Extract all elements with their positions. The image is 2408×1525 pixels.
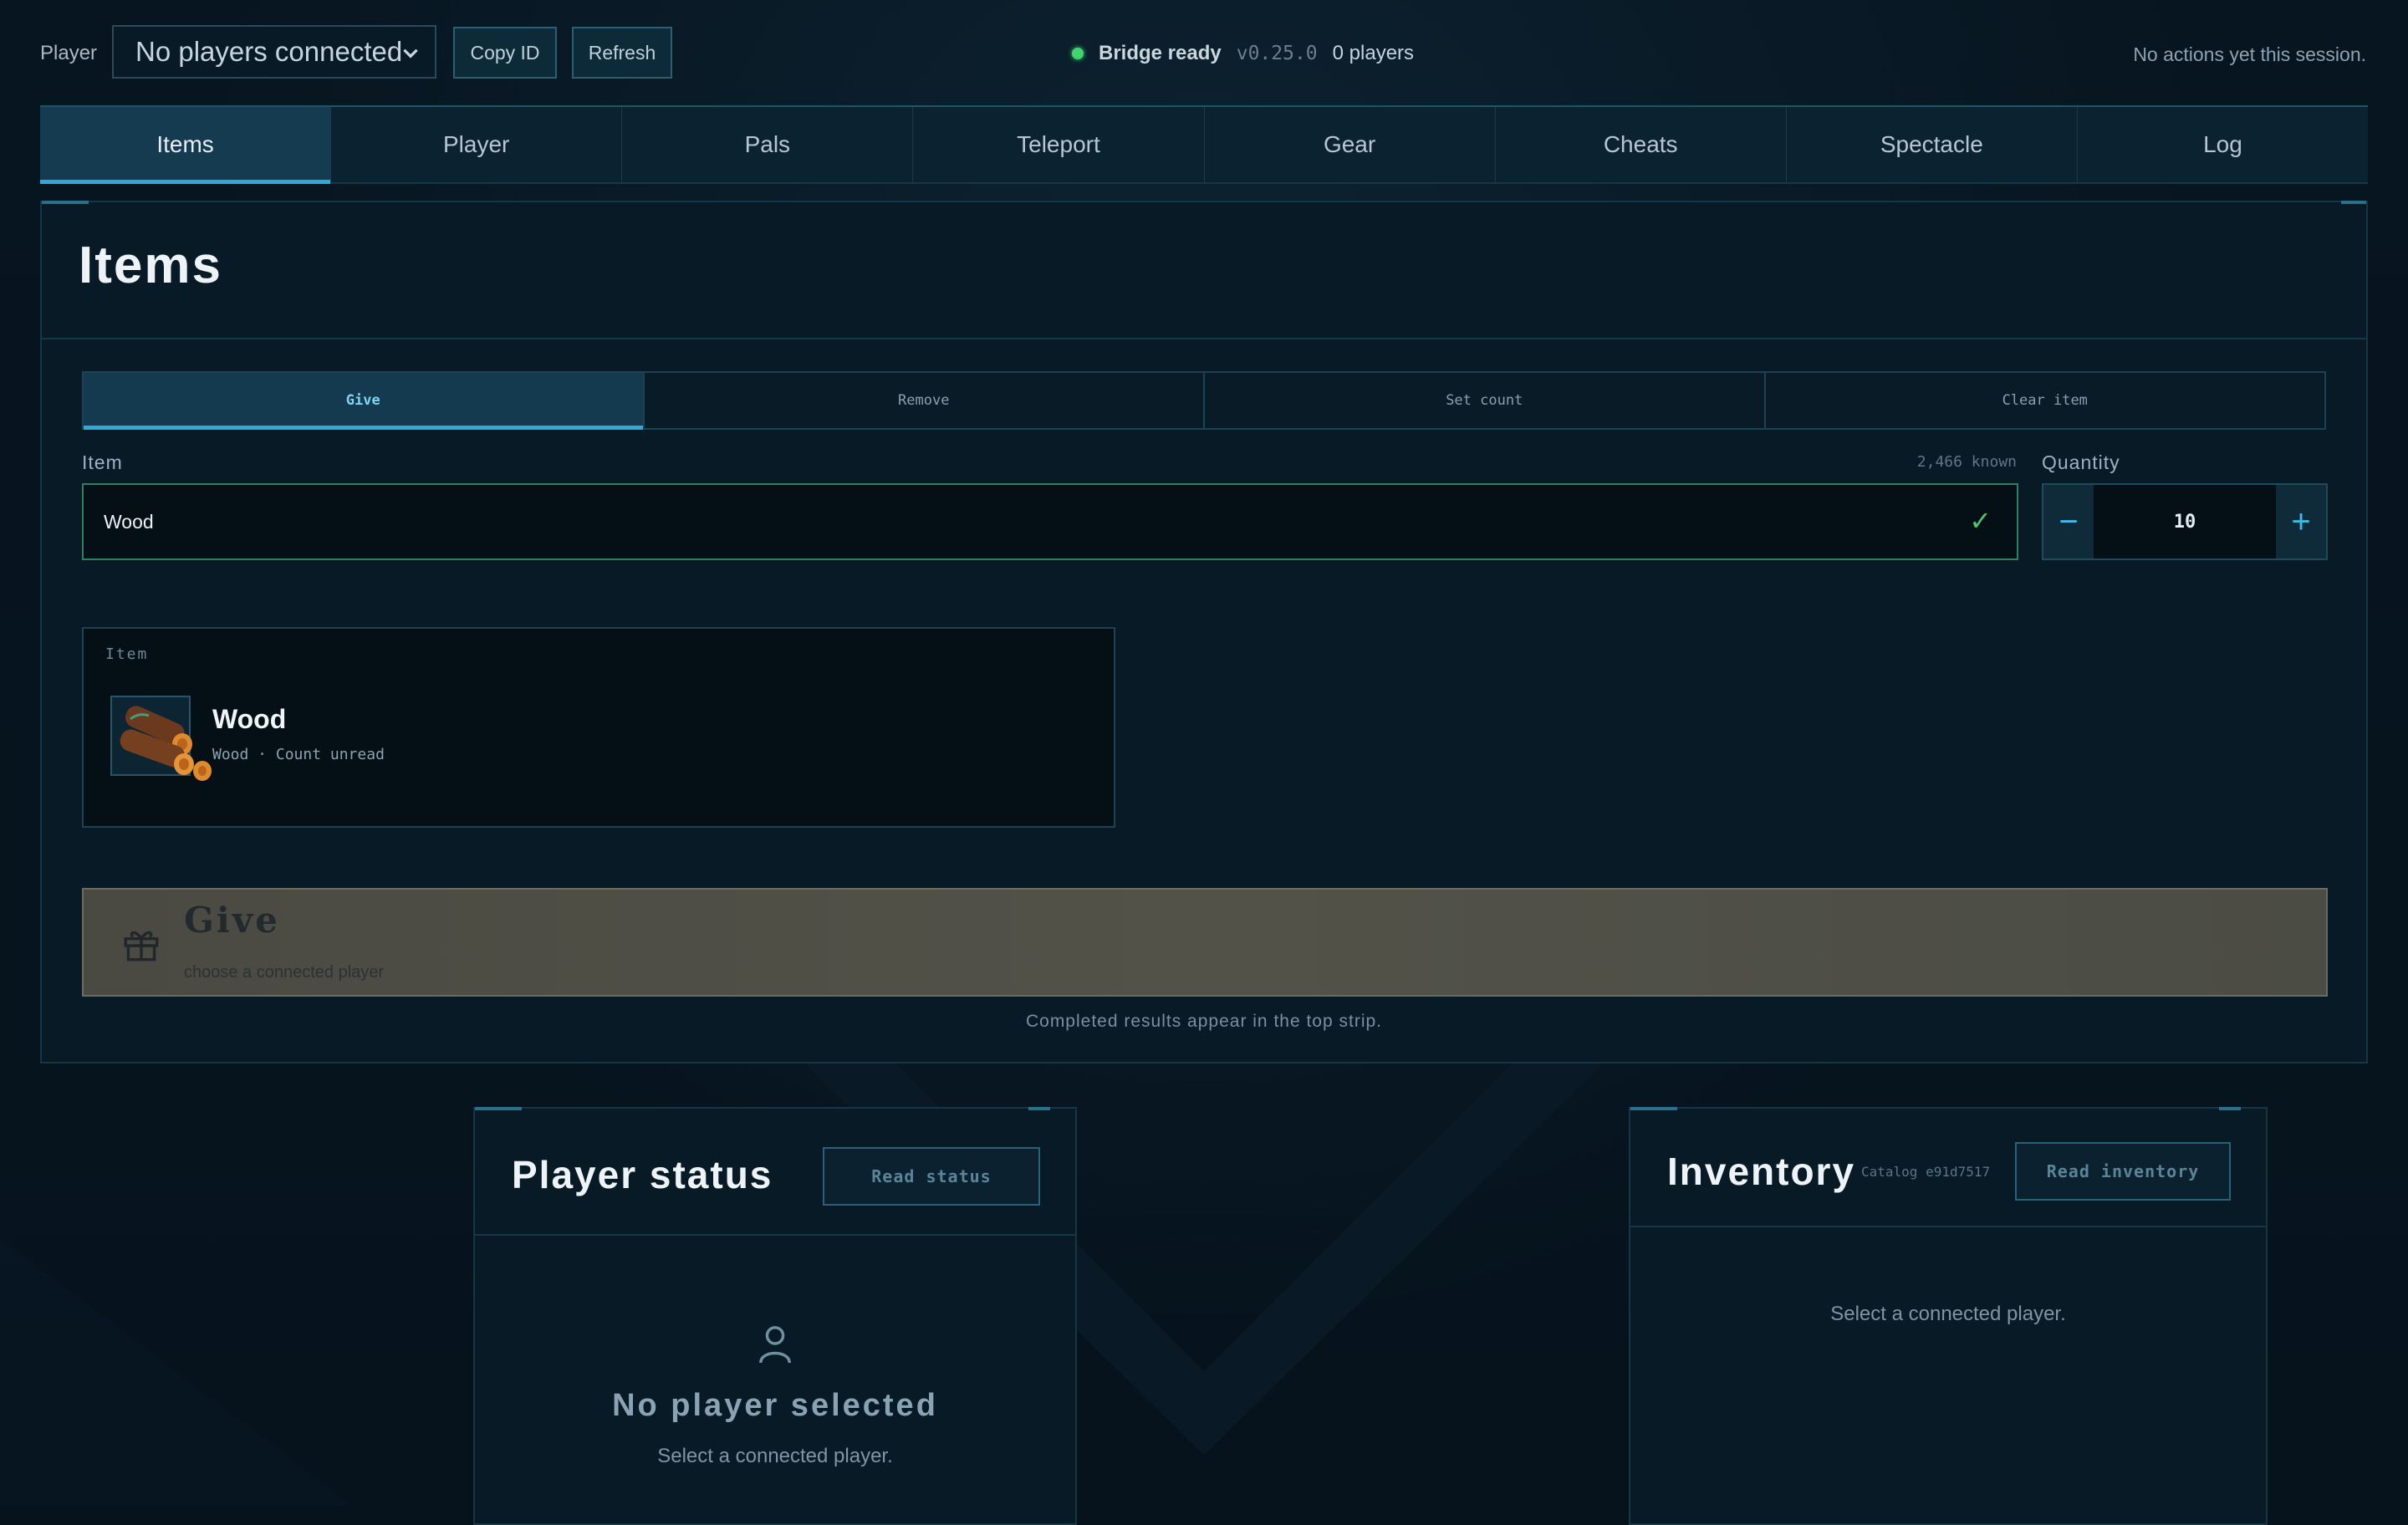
refresh-button[interactable]: Refresh (572, 27, 672, 79)
version-label: v0.25.0 (1236, 43, 1318, 64)
card-kicker: Item (105, 645, 149, 663)
copy-id-button[interactable]: Copy ID (453, 27, 557, 79)
player-status-panel: Player status Read status No player sele… (473, 1107, 1077, 1525)
empty-state-subtitle: Select a connected player. (657, 1445, 893, 1467)
actions-message: No actions yet this session. (2133, 43, 2366, 65)
players-count: 0 players (1332, 42, 1415, 64)
read-inventory-button[interactable]: Read inventory (2015, 1142, 2231, 1201)
quantity-decrement-button[interactable]: − (2043, 485, 2094, 558)
inventory-panel: Inventory Catalog e91d7517 Read inventor… (1629, 1107, 2268, 1525)
give-button[interactable]: Give choose a connected player (82, 888, 2328, 997)
items-panel: Items Give Remove Set count Clear item I… (40, 201, 2368, 1063)
quantity-input[interactable]: 10 (2094, 485, 2276, 558)
panel-divider (1630, 1226, 2266, 1227)
panel-corner-accent (2219, 1107, 2241, 1110)
give-button-subtitle: choose a connected player (184, 963, 385, 982)
empty-state-title: No player selected (612, 1388, 938, 1423)
gift-icon (124, 931, 159, 961)
chevron-down-icon (403, 48, 418, 59)
result-note: Completed results appear in the top stri… (1025, 1012, 1383, 1031)
tab-pals[interactable]: Pals (622, 107, 914, 182)
catalog-label: Catalog e91d7517 (1861, 1164, 1991, 1180)
player-select[interactable]: No players connected (112, 25, 436, 79)
subtab-remove[interactable]: Remove (644, 373, 1205, 428)
item-input-value: Wood (104, 510, 154, 533)
quantity-increment-button[interactable]: + (2276, 485, 2326, 558)
item-search-input[interactable]: Wood ✓ (82, 483, 2018, 560)
subtab-clear-item[interactable]: Clear item (1765, 373, 2324, 428)
panel-corner-accent (475, 1107, 522, 1110)
known-count: 2,466 known (1916, 453, 2017, 471)
quantity-stepper: − 10 + (2042, 483, 2328, 560)
panel-corner-accent (1028, 1107, 1050, 1110)
empty-state-subtitle: Select a connected player. (1830, 1303, 2066, 1325)
item-field-label: Item (82, 451, 123, 473)
item-subtitle: Wood · Count unread (212, 746, 385, 763)
tab-spectacle[interactable]: Spectacle (1786, 107, 2078, 182)
selected-item-card: Item Wood Wood · Count unread (82, 627, 1115, 828)
tab-gear[interactable]: Gear (1204, 107, 1496, 182)
item-name: Wood (212, 704, 287, 734)
tab-player[interactable]: Player (331, 107, 623, 182)
read-status-button[interactable]: Read status (823, 1147, 1040, 1206)
panel-corner-accent (1630, 1107, 1677, 1110)
panel-title: Inventory (1667, 1150, 1856, 1193)
top-bar: Player No players connected Copy ID Refr… (40, 25, 2366, 80)
give-button-title: Give (184, 900, 280, 941)
quantity-label: Quantity (2042, 451, 2120, 473)
tab-cheats[interactable]: Cheats (1495, 107, 1787, 182)
subtab-set-count[interactable]: Set count (1205, 373, 1766, 428)
tab-items[interactable]: Items (40, 107, 332, 184)
main-tabs: Items Player Pals Teleport Gear Cheats S… (40, 105, 2368, 184)
check-icon: ✓ (1969, 506, 1992, 536)
player-select-value: No players connected (135, 36, 403, 67)
panel-title: Player status (512, 1153, 773, 1196)
bridge-status-text: Bridge ready (1099, 42, 1222, 64)
player-label: Player (40, 42, 98, 64)
panel-corner-accent (2341, 201, 2366, 204)
panel-divider (475, 1234, 1075, 1236)
panel-corner-accent (42, 201, 89, 204)
wood-item-icon (110, 696, 212, 781)
subtab-give[interactable]: Give (84, 373, 645, 430)
user-icon (759, 1326, 791, 1364)
title-divider (42, 338, 2366, 339)
tab-log[interactable]: Log (2077, 107, 2368, 182)
tab-teleport[interactable]: Teleport (913, 107, 1205, 182)
bridge-status: Bridge ready v0.25.0 0 players (1072, 42, 1414, 65)
action-subtabs: Give Remove Set count Clear item (82, 371, 2326, 430)
page-title: Items (79, 237, 222, 294)
status-dot-icon (1072, 48, 1084, 59)
